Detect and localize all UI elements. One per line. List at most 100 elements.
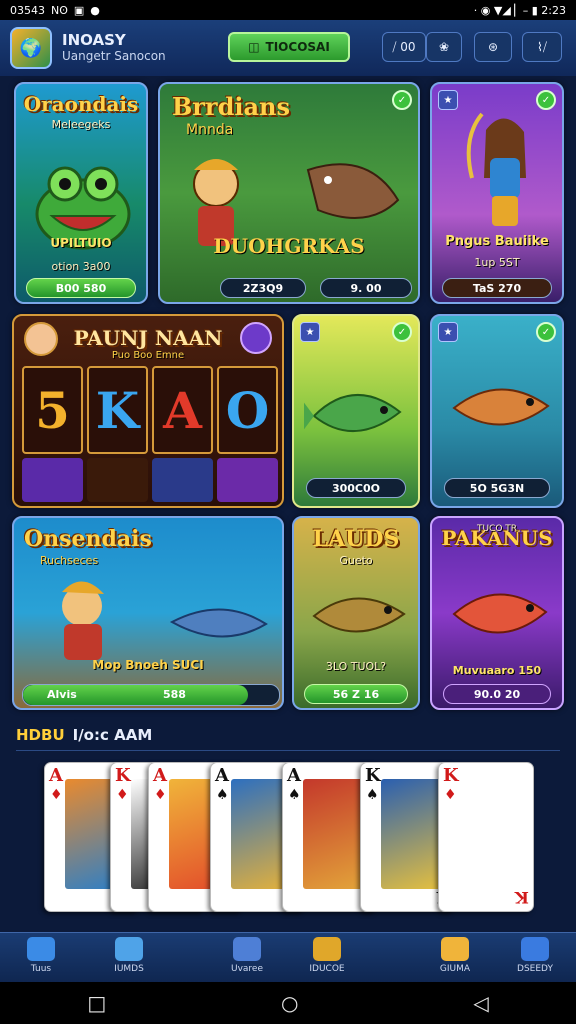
tile-title: Oraondais [23,92,139,116]
card-rank: A [49,765,63,786]
divider [16,750,560,751]
tile-caption: UPILTUIO [50,236,112,250]
home-icon [115,937,143,961]
new-badge-icon: ✓ [536,90,556,110]
notification-icon: Nʘ [51,3,68,17]
system-nav: □ ○ ◁ [0,982,576,1024]
slot-bottom-row [22,458,278,502]
trophy-icon [441,937,469,961]
profile-button[interactable]: ⊛ [474,32,512,62]
app-header: 🌍 INOASY Uangetr Sanocon ◫ TIOCOSAI ⧸ 00… [0,20,576,76]
card-rank: A [215,765,229,786]
balance-toggle[interactable]: ⧸ 00 [382,32,426,62]
nav-item-tuus[interactable]: Tuus [6,937,76,974]
fish-art [312,597,406,633]
play-button[interactable]: B00 580 [26,278,136,298]
nav-item-events[interactable]: GIUMA [420,937,490,974]
app-subtitle: Uangetr Sanocon [62,48,166,63]
fisherman-art [62,581,268,660]
bet-button[interactable]: 9. 00 [320,278,412,298]
bottom-nav: Tuus IUMDS Uvaree IDUCOE GIUMA DSEEDY [0,932,576,983]
record-icon: ● [90,3,100,17]
card-rank: K [443,765,459,786]
fish-art [452,593,548,634]
tile-subtitle: Gueto [339,554,373,567]
card-rank: A [153,765,167,786]
tile-caption: Mop Bnoeh SUCI [92,658,204,672]
gear-icon [521,937,549,961]
card-suit-icon: ♦ [116,787,129,803]
menu-button[interactable]: ⌇⧸ [522,32,562,62]
app-logo[interactable]: 🌍 [10,27,52,69]
reel-symbol: 5 [22,366,83,454]
card-art [459,779,525,889]
treasure-icon [217,458,278,502]
game-tile[interactable]: ★ ✓ Pngus Bauiike 1up 5ST TaS 270 [430,82,564,304]
new-badge-icon: ✓ [536,322,556,342]
card-suit-icon: ♦ [50,787,63,803]
game-tile[interactable]: ★ ✓ 5O 5G3N [430,314,564,508]
play-button[interactable]: 300C0O [306,478,406,498]
nav-item-home[interactable]: IUMDS [94,937,164,974]
card-suit-icon: ♠ [288,787,301,803]
card-rank: A [287,765,301,786]
coin-icon [87,458,148,502]
card-rank: K [365,765,381,786]
primary-action-button[interactable]: ◫ TIOCOSAI [228,32,350,62]
reel-symbol: A [152,366,213,454]
tile-caption: Muvuaaro 150 [452,664,542,677]
slot-machine-tile[interactable]: PAUNJ NAAN Puo Boo Emne 5 K A O [12,314,284,508]
play-button[interactable]: 90.0 20 [443,684,551,704]
gift-icon: ◫ [248,40,260,54]
section-title-secondary: I/o:c AAM [72,726,153,744]
section-title-primary: HDBU [16,726,65,744]
game-tile[interactable]: LAUDS Gueto 3LO TUOL? 56 Z 16 [292,516,420,710]
pencil-icon [27,937,55,961]
tile-caption: 3LO TUOL? [325,660,387,673]
play-button[interactable]: 56 Z 16 [304,684,408,704]
section-title: HDBU I/o:c AAM [16,726,152,744]
category-icon: ★ [300,322,320,342]
tile-subtitle: Meleegeks [51,118,111,131]
card-suit-icon: ♠ [216,787,229,803]
nav-item-games[interactable]: Uvaree [212,937,282,974]
tile-footer: 1up 5ST [474,256,520,269]
game-tile[interactable]: ★ ✓ 300C0O [292,314,420,508]
play-button[interactable]: 2Z3Q9 [220,278,306,298]
play-button[interactable]: TaS 270 [442,278,552,298]
nav-item-rewards[interactable]: IDUCOE [292,937,362,974]
card-suit-icon: ♦ [444,787,457,803]
playing-card[interactable]: K♦K [438,762,534,912]
status-time-left: 03543 [10,3,45,17]
gem-icon [240,322,272,354]
category-icon: ★ [438,322,458,342]
card-rank: K [115,765,131,786]
tile-title: Brrdians [172,92,290,121]
card-rank-bottom: K [515,888,529,907]
recent-apps-icon[interactable]: □ [87,991,106,1015]
nav-item-settings[interactable]: DSEEDY [500,937,570,974]
category-icon: ★ [438,90,458,110]
fish-art [452,388,550,426]
back-icon[interactable]: ◁ [473,991,488,1015]
tile-title: Onsendais [24,526,152,552]
reel-symbol: K [87,366,148,454]
home-button-icon[interactable]: ○ [281,991,298,1015]
game-tile[interactable]: Brrdians Mnnda ✓ DUOHGRKAS 2Z3Q9 9. 00 [158,82,420,304]
status-icons: · ◉ ▼◢ ▏– ▮ 2:23 [473,3,566,17]
tile-subtitle: TUCO TR [476,524,518,534]
gallery-icon: ▣ [73,3,85,17]
slot-reels: 5 K A O [22,366,278,454]
game-tile[interactable]: Onsendais Ruchseces Mop Bnoeh SUCI Alvis… [12,516,284,710]
target-icon: ⊛ [487,40,499,54]
game-tile[interactable]: Oraondais Meleegeks UPILTUIO otion 3a00 … [14,82,148,304]
globe-icon: 🌍 [19,37,43,59]
primary-action-label: TIOCOSAI [265,40,330,54]
menu-icon: ⌇⧸ [537,39,547,54]
game-tile[interactable]: PAKANUS TUCO TR Muvuaaro 150 90.0 20 [430,516,564,710]
flower-icon: ❀ [438,40,450,54]
reel-symbol: O [217,366,278,454]
archer-art [466,112,526,226]
settings-button[interactable]: ❀ [426,32,462,62]
play-button[interactable]: 5O 5G3N [444,478,550,498]
